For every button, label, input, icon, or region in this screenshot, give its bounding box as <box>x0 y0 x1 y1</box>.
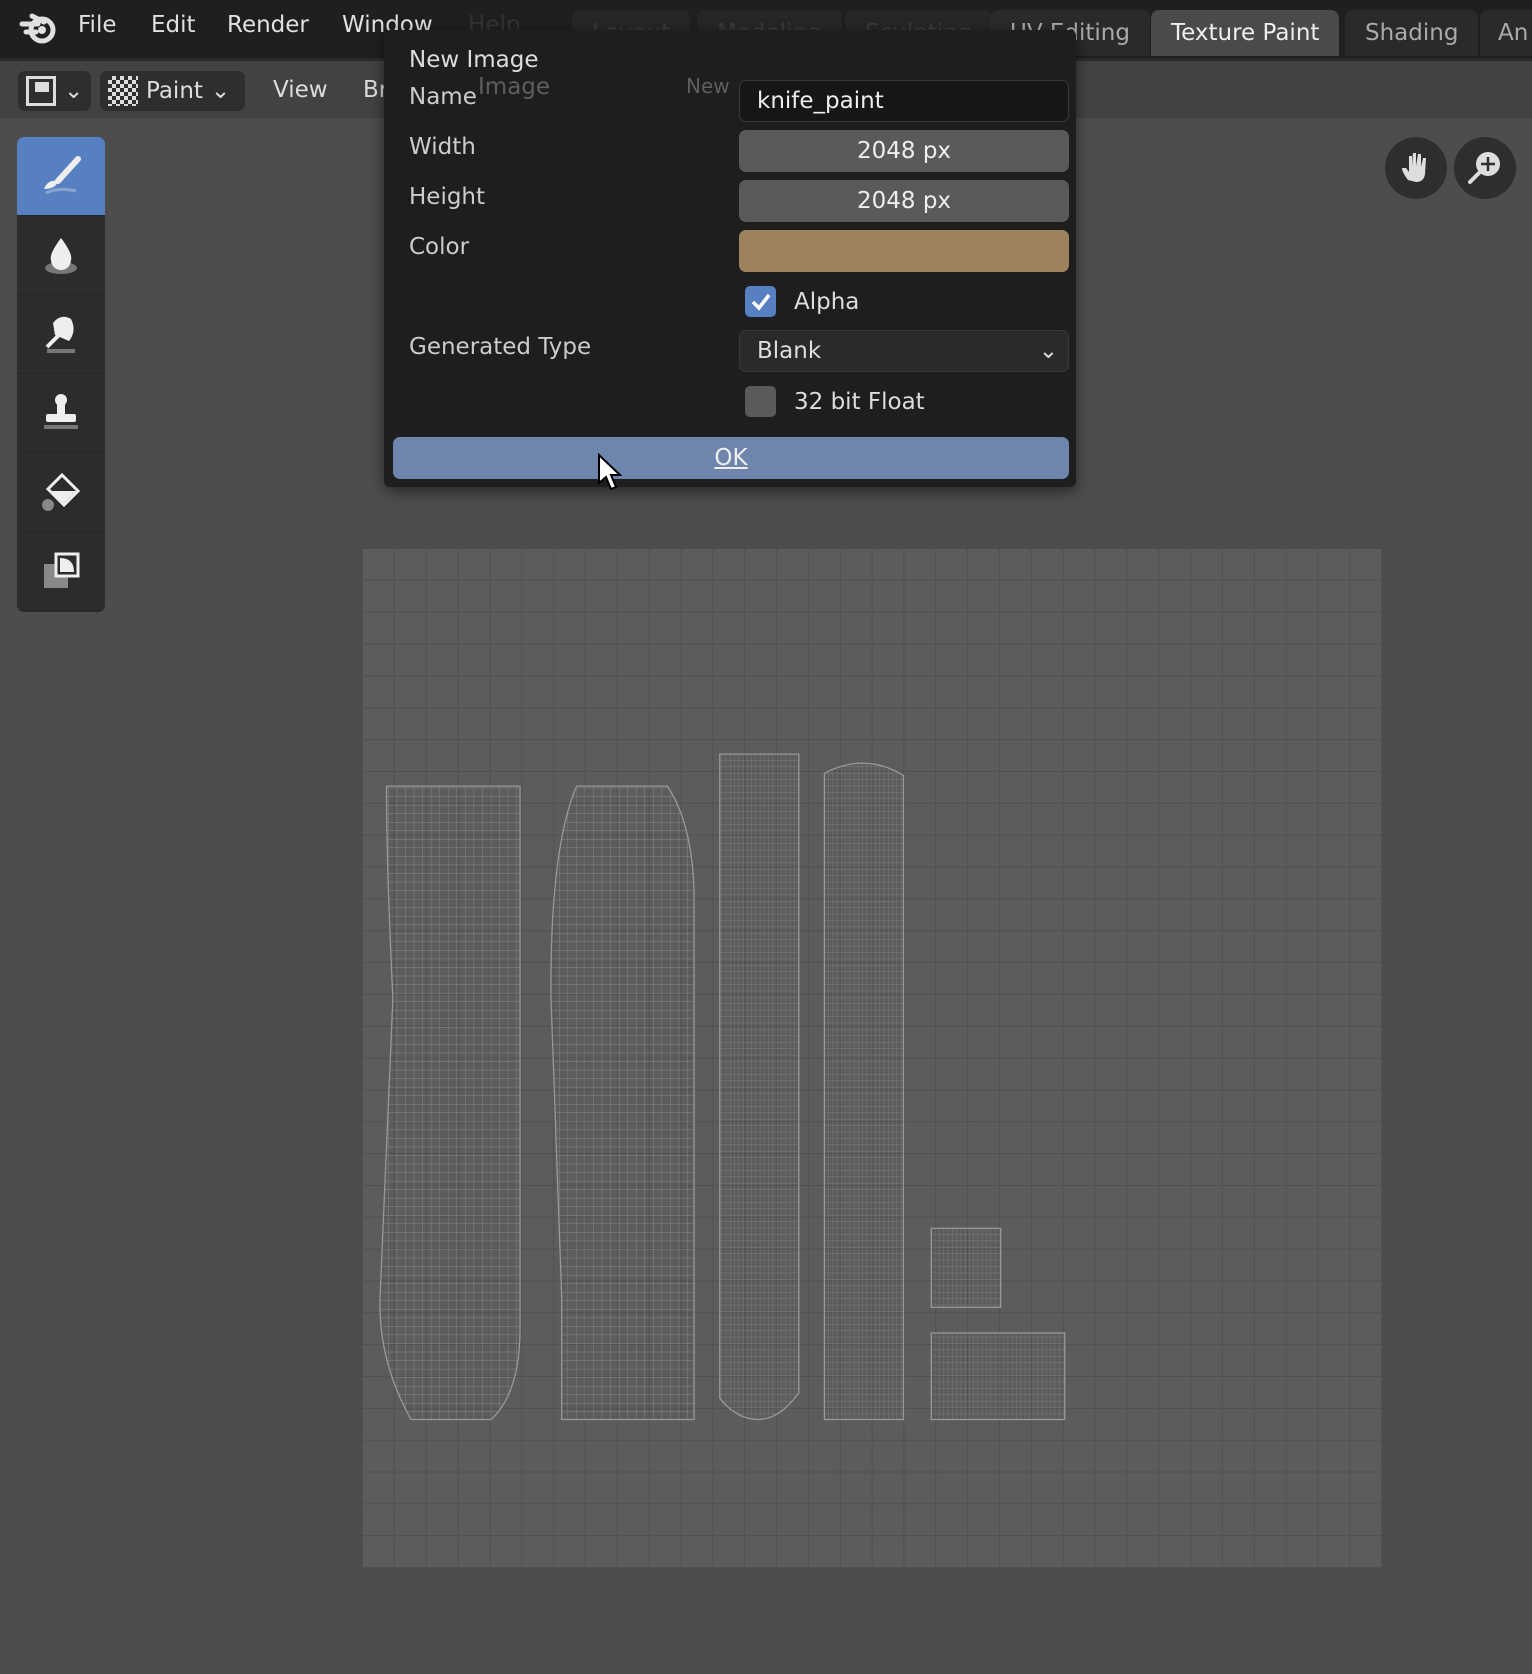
uv-image-canvas[interactable] <box>363 549 1382 1568</box>
chevron-down-icon: ⌄ <box>210 78 231 104</box>
chevron-down-icon: ⌄ <box>64 78 84 104</box>
checkbox-checked-icon <box>745 286 776 317</box>
editor-type-button[interactable]: ⌄ <box>18 71 92 111</box>
float-checkbox[interactable]: 32 bit Float <box>745 386 925 417</box>
checkbox-unchecked-icon <box>745 386 776 417</box>
menu-edit[interactable]: Edit <box>151 12 196 38</box>
name-input[interactable]: knife_paint <box>739 80 1069 122</box>
uv-island <box>823 762 905 1421</box>
uv-island <box>930 1332 1066 1421</box>
menu-render[interactable]: Render <box>227 12 309 38</box>
width-field[interactable]: 2048 px <box>739 130 1069 172</box>
dialog-title: New Image <box>409 47 539 73</box>
mask-icon <box>44 552 80 588</box>
mouse-cursor-icon <box>598 453 623 491</box>
hand-icon <box>1402 153 1426 182</box>
tab-animation[interactable]: An <box>1480 10 1532 56</box>
mode-dropdown[interactable]: Paint ⌄ <box>100 71 245 111</box>
name-label: Name <box>409 84 477 110</box>
pan-view-button[interactable] <box>1385 137 1447 199</box>
tool-draw[interactable] <box>17 137 105 216</box>
zoom-in-icon <box>1468 152 1500 184</box>
height-field[interactable]: 2048 px <box>739 180 1069 222</box>
generated-type-label: Generated Type <box>409 334 592 360</box>
blender-logo-icon[interactable] <box>18 10 58 46</box>
alpha-label: Alpha <box>794 288 860 315</box>
zoom-view-button[interactable] <box>1454 137 1516 199</box>
mode-label: Paint <box>146 78 203 104</box>
smear-icon <box>45 316 75 353</box>
ok-button[interactable]: OK <box>393 437 1069 479</box>
menu-image[interactable]: Image <box>478 74 550 100</box>
texture-paint-icon <box>108 76 138 106</box>
soften-icon <box>45 238 77 274</box>
new-image-button[interactable]: New <box>686 74 730 98</box>
float-label: 32 bit Float <box>794 388 925 415</box>
tool-mask[interactable] <box>17 532 105 611</box>
image-editor-icon <box>26 76 56 106</box>
menu-file[interactable]: File <box>78 12 117 38</box>
alpha-checkbox[interactable]: Alpha <box>745 286 859 317</box>
tab-shading[interactable]: Shading <box>1345 10 1479 56</box>
draw-brush-icon <box>44 156 81 195</box>
chevron-down-icon: ⌄ <box>1038 338 1058 364</box>
tool-shelf <box>17 137 105 612</box>
height-label: Height <box>409 184 486 210</box>
clone-stamp-icon <box>44 394 78 429</box>
tool-fill[interactable] <box>17 453 105 532</box>
generated-type-value: Blank <box>757 338 822 364</box>
fill-icon <box>42 472 81 511</box>
tool-smear[interactable] <box>17 295 105 374</box>
uv-island <box>379 785 521 1421</box>
uv-island <box>550 785 695 1421</box>
uv-island <box>719 753 800 1421</box>
tool-clone[interactable] <box>17 374 105 453</box>
uv-island <box>930 1227 1002 1309</box>
menu-view[interactable]: View <box>273 77 328 103</box>
generated-type-select[interactable]: Blank ⌄ <box>739 330 1069 372</box>
color-swatch[interactable] <box>739 230 1069 272</box>
color-label: Color <box>409 234 470 260</box>
tool-soften[interactable] <box>17 216 105 295</box>
tab-texture-paint[interactable]: Texture Paint <box>1151 10 1340 56</box>
width-label: Width <box>409 134 476 160</box>
